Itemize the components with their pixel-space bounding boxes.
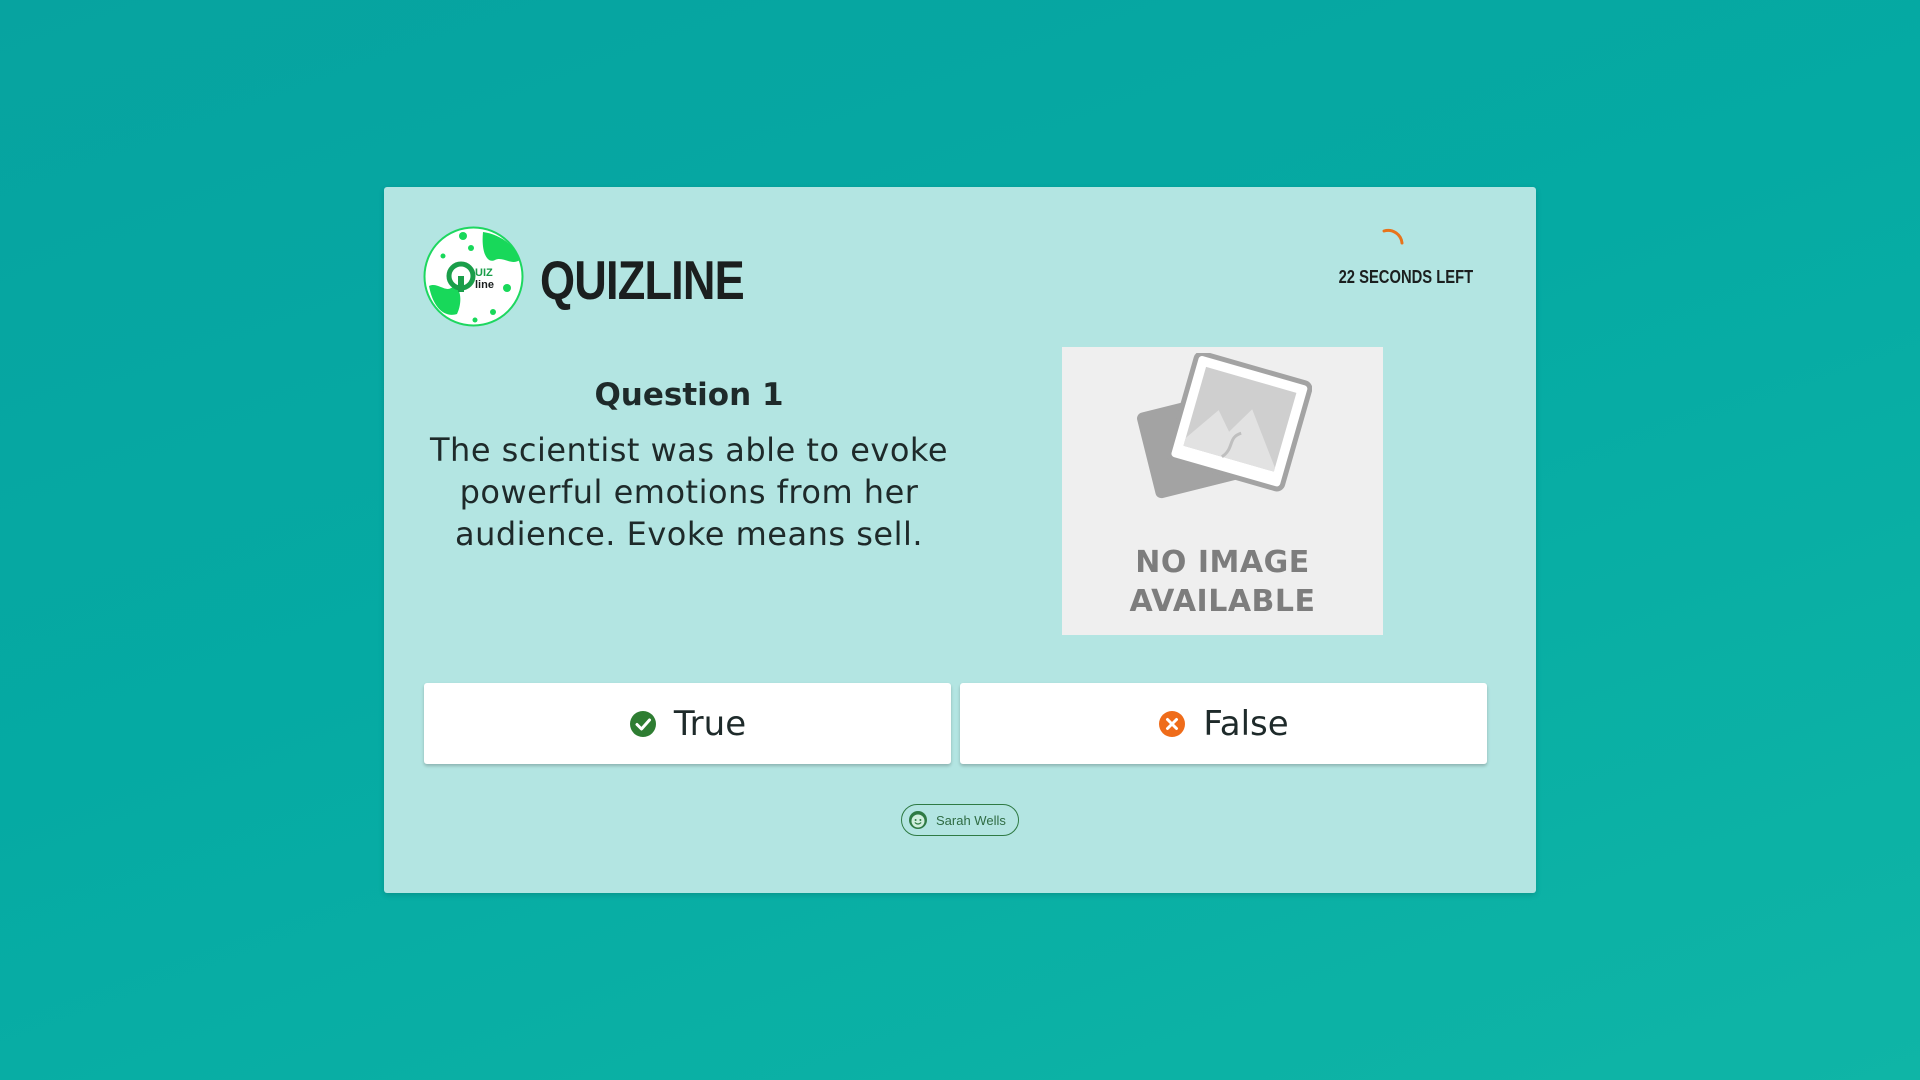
- no-image-line2: AVAILABLE: [1129, 584, 1316, 619]
- quiz-card: UIZ line QUIZLINE 22 SECONDS LEFT Questi…: [384, 187, 1536, 893]
- logo-line-text: line: [475, 279, 494, 291]
- smiley-avatar-icon: [909, 811, 927, 829]
- logo-uiz-text: UIZ: [475, 267, 493, 279]
- player-chip: Sarah Wells: [901, 804, 1019, 836]
- question-text: The scientist was able to evoke powerful…: [429, 431, 948, 553]
- no-image-placeholder: NO IMAGE AVAILABLE: [1062, 347, 1383, 635]
- check-circle-icon: [629, 710, 656, 737]
- no-image-label: NO IMAGE AVAILABLE: [1062, 543, 1383, 621]
- countdown-timer: 22 SECONDS LEFT: [1326, 225, 1474, 288]
- answer-false-label: False: [1203, 703, 1289, 744]
- question-title: Question 1: [594, 377, 784, 413]
- answer-false-button[interactable]: False: [960, 683, 1487, 764]
- question-section: Question 1 The scientist was able to evo…: [424, 377, 954, 555]
- quizline-logo: UIZ line: [423, 226, 524, 327]
- logo-graphic: UIZ line: [423, 226, 524, 327]
- no-image-line1: NO IMAGE: [1135, 545, 1310, 580]
- answer-true-label: True: [673, 703, 747, 744]
- seconds-left-label: 22 SECONDS LEFT: [1338, 267, 1474, 287]
- x-circle-icon: [1159, 710, 1186, 737]
- player-name: Sarah Wells: [936, 812, 1006, 828]
- spinner-icon: [1382, 228, 1404, 245]
- brand-title: QUIZLINE: [540, 249, 745, 311]
- answer-true-button[interactable]: True: [424, 683, 951, 764]
- picture-icon: [1137, 353, 1312, 499]
